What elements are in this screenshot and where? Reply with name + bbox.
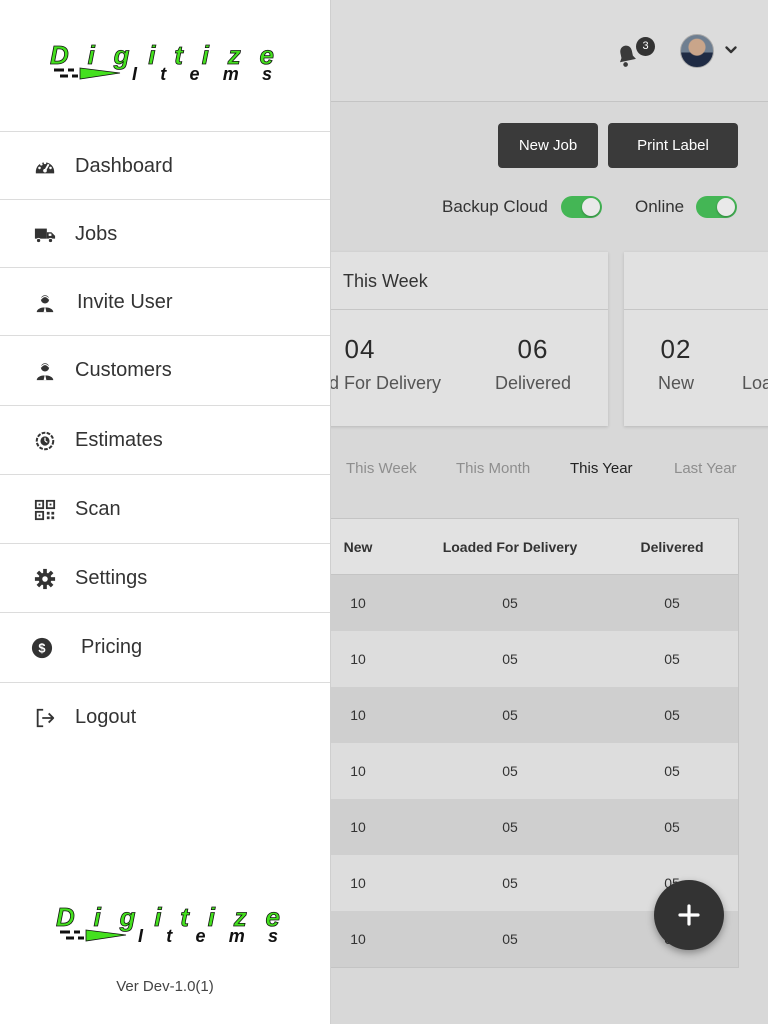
menu-item-label: Jobs <box>75 223 118 245</box>
table-cell: 05 <box>502 819 518 835</box>
chevron-down-icon[interactable] <box>724 43 738 57</box>
stat-value: 06 <box>517 334 549 364</box>
digitize-items-logo-footer: Digitize Items <box>56 904 281 946</box>
svg-text:$: $ <box>38 641 45 656</box>
table-cell: 10 <box>350 707 366 723</box>
toggle-knob <box>717 198 735 216</box>
menu-item-customers[interactable]: Customers <box>0 335 330 404</box>
table-cell: 05 <box>664 595 680 611</box>
estimate-icon <box>34 430 56 452</box>
summary-card-secondary: 02 New Loa <box>624 252 768 426</box>
online-toggle[interactable] <box>696 196 737 218</box>
notification-badge: 3 <box>636 37 655 56</box>
table-cell: 10 <box>350 651 366 667</box>
version-label: Ver Dev-1.0(1) <box>116 978 214 995</box>
menu-item-label: Logout <box>75 706 137 728</box>
menu-item-scan[interactable]: Scan <box>0 474 330 543</box>
period-tab-last-year[interactable]: Last Year <box>674 460 737 477</box>
menu-item-label: Settings <box>75 567 148 589</box>
period-tab-this-week[interactable]: This Week <box>346 460 417 477</box>
table-cell: 05 <box>502 707 518 723</box>
table-cell: 10 <box>350 595 366 611</box>
table-cell: 05 <box>664 819 680 835</box>
table-cell: 05 <box>502 931 518 947</box>
stat-delivered: 06 Delivered <box>488 334 578 394</box>
digitize-items-logo: Digitize Items <box>50 42 275 84</box>
menu-item-label: Scan <box>75 498 121 520</box>
backup-cloud-toggle[interactable] <box>561 196 602 218</box>
navigation-drawer: Digitize Items Dashboard Jobs Invite User C… <box>0 0 331 1024</box>
avatar[interactable] <box>680 34 714 68</box>
menu-item-invite-user[interactable]: Invite User <box>0 267 330 336</box>
stat-label: Loa <box>742 373 768 393</box>
stat-new: 02 New <box>646 334 706 394</box>
menu-item-pricing[interactable]: $ Pricing <box>0 612 330 681</box>
card-title <box>624 252 768 310</box>
menu-item-label: Customers <box>75 359 172 381</box>
menu-item-jobs[interactable]: Jobs <box>0 199 330 268</box>
table-cell: 05 <box>502 763 518 779</box>
menu-item-settings[interactable]: Settings <box>0 543 330 612</box>
table-cell: 10 <box>350 763 366 779</box>
logout-icon <box>34 707 56 729</box>
gear-icon <box>34 568 56 590</box>
menu-item-label: Dashboard <box>75 155 173 177</box>
column-header-new: New <box>343 539 373 555</box>
print-label-button[interactable]: Print Label <box>608 123 738 168</box>
table-cell: 05 <box>664 763 680 779</box>
column-header-loaded: Loaded For Delivery <box>442 539 578 555</box>
user-icon <box>34 360 56 382</box>
menu-item-label: Estimates <box>75 429 163 451</box>
menu-item-dashboard[interactable]: Dashboard <box>0 131 330 200</box>
column-header-delivered: Delivered <box>640 539 704 555</box>
online-label: Online <box>635 197 685 216</box>
stat-label: New <box>657 373 694 393</box>
menu-item-label: Pricing <box>81 636 143 658</box>
table-cell: 05 <box>502 875 518 891</box>
period-tab-this-year[interactable]: This Year <box>570 460 633 477</box>
table-cell: 05 <box>664 707 680 723</box>
dashboard-icon <box>34 156 56 178</box>
stat-label: Delivered <box>494 373 572 393</box>
table-cell: 10 <box>350 875 366 891</box>
add-floating-button[interactable] <box>654 880 724 950</box>
menu-item-logout[interactable]: Logout <box>0 682 330 751</box>
stat-value <box>742 334 768 365</box>
plus-icon <box>678 904 700 926</box>
table-cell: 05 <box>664 651 680 667</box>
truck-icon <box>34 224 56 246</box>
user-icon <box>34 292 56 314</box>
table-cell: 05 <box>502 595 518 611</box>
new-job-button[interactable]: New Job <box>498 123 598 168</box>
menu-item-estimates[interactable]: Estimates <box>0 405 330 474</box>
backup-cloud-label: Backup Cloud <box>442 197 548 216</box>
dollar-icon: $ <box>31 637 53 659</box>
period-tab-this-month[interactable]: This Month <box>456 460 530 477</box>
stat-loaded: Loa <box>742 334 768 394</box>
menu-item-label: Invite User <box>77 291 173 313</box>
table-cell: 10 <box>350 931 366 947</box>
table-cell: 05 <box>502 651 518 667</box>
stat-value: 02 <box>660 334 692 364</box>
toggle-knob <box>582 198 600 216</box>
qr-code-icon <box>34 499 56 521</box>
table-cell: 10 <box>350 819 366 835</box>
